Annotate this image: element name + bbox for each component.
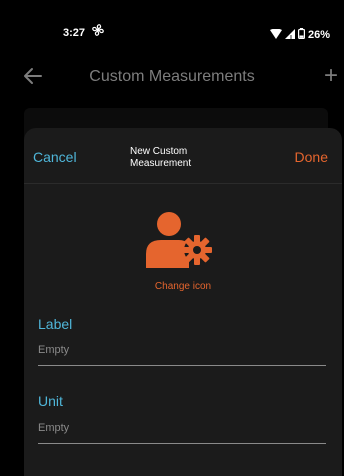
- unit-field-label: Unit: [38, 393, 63, 409]
- battery-percentage: 26%: [307, 29, 330, 41]
- label-field-label: Label: [38, 316, 73, 332]
- fan-icon: [91, 23, 105, 42]
- add-button[interactable]: +: [320, 62, 342, 90]
- done-button[interactable]: Done: [295, 149, 328, 165]
- unit-input[interactable]: Empty: [38, 416, 326, 444]
- sheet-header: Cancel New Custom Measurement Done: [24, 128, 342, 184]
- status-bar: 3:27 26%: [0, 0, 344, 64]
- status-time: 3:27: [63, 27, 86, 39]
- app-bar: Custom Measurements +: [0, 60, 344, 96]
- battery-icon: [297, 26, 305, 44]
- signal-icon: [284, 26, 295, 44]
- user-gear-icon[interactable]: [145, 210, 217, 270]
- label-input[interactable]: Empty: [38, 338, 326, 366]
- status-indicators: 26%: [269, 26, 330, 44]
- change-icon-button[interactable]: Change icon: [24, 281, 342, 292]
- cancel-button[interactable]: Cancel: [33, 149, 77, 165]
- wifi-icon: [269, 26, 282, 44]
- page-title: Custom Measurements: [89, 68, 255, 85]
- new-measurement-sheet: Cancel New Custom Measurement Done Chang…: [24, 128, 342, 476]
- sheet-title: New Custom Measurement: [130, 146, 192, 169]
